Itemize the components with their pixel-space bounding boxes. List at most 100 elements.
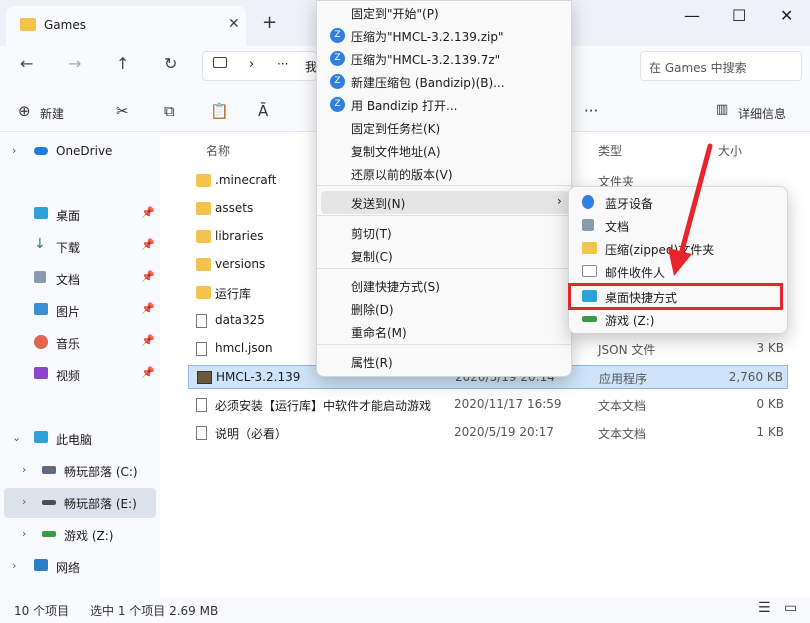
sidebar-item-onedrive[interactable]: › OneDrive xyxy=(0,137,160,167)
file-size: 3 KB xyxy=(756,341,784,355)
column-header-name[interactable]: 名称 xyxy=(206,142,230,159)
sidebar-item-drive-c[interactable]: › 畅玩部落 (C:) xyxy=(0,456,160,486)
menu-item-new-archive[interactable]: Z 新建压缩包 (Bandizip)(B)... xyxy=(321,70,569,93)
menu-item-label: 还原以前的版本(V) xyxy=(351,168,453,182)
menu-item-open-bandizip[interactable]: Z 用 Bandizip 打开... xyxy=(321,93,569,116)
menu-item-properties[interactable]: 属性(R) xyxy=(321,350,569,373)
menu-item-restore-versions[interactable]: 还原以前的版本(V) xyxy=(321,162,569,185)
file-date: 2020/11/17 16:59 xyxy=(454,397,562,411)
chevron-right-icon[interactable]: › xyxy=(22,527,26,540)
close-window-button[interactable]: ✕ xyxy=(780,6,793,25)
pin-icon: 📌 xyxy=(141,334,155,347)
file-type: JSON 文件 xyxy=(598,343,656,357)
cut-icon[interactable]: ✂ xyxy=(116,102,129,120)
menu-item-create-shortcut[interactable]: 创建快捷方式(S) xyxy=(321,274,569,297)
menu-item-label: 压缩为"HMCL-3.2.139.zip" xyxy=(351,30,504,44)
file-name: libraries xyxy=(215,229,264,243)
details-view-icon[interactable]: ☰ xyxy=(758,600,771,616)
file-size: 2,760 KB xyxy=(728,370,783,384)
sidebar-item-network[interactable]: › 网络 xyxy=(0,552,160,582)
menu-item-label: 固定到任务栏(K) xyxy=(351,122,441,136)
chevron-right-icon[interactable]: › xyxy=(12,559,16,572)
sidebar-item-pictures[interactable]: 图片 📌 xyxy=(0,296,160,326)
bandizip-icon: Z xyxy=(330,28,345,43)
text-file-icon xyxy=(196,426,207,440)
menu-item-compress-zip[interactable]: Z 压缩为"HMCL-3.2.139.zip" xyxy=(321,24,569,47)
menu-item-label: 用 Bandizip 打开... xyxy=(351,99,458,113)
file-icon xyxy=(196,314,207,328)
sidebar-item-desktop[interactable]: 桌面 📌 xyxy=(0,200,160,230)
refresh-button[interactable]: ↻ xyxy=(164,54,177,73)
menu-item-send-to[interactable]: 发送到(N) › xyxy=(321,191,569,214)
tab-games[interactable]: Games ✕ xyxy=(6,6,246,46)
sidebar-item-music[interactable]: 音乐 📌 xyxy=(0,328,160,358)
menu-item-delete[interactable]: 删除(D) xyxy=(321,297,569,320)
minimize-button[interactable]: — xyxy=(684,6,700,25)
sidebar-item-label: 游戏 (Z:) xyxy=(64,529,114,543)
table-row[interactable]: 说明（必看） 2020/5/19 20:17 文本文档 1 KB xyxy=(188,421,788,445)
chevron-right-icon[interactable]: › xyxy=(12,144,16,157)
back-button[interactable]: ← xyxy=(20,54,33,73)
text-file-icon xyxy=(196,398,207,412)
highlight-box xyxy=(568,283,783,310)
menu-item-rename[interactable]: 重命名(M) xyxy=(321,320,569,343)
new-tab-button[interactable]: + xyxy=(262,12,277,33)
menu-item-copy[interactable]: 复制(C) xyxy=(321,244,569,267)
sidebar-item-label: 此电脑 xyxy=(56,433,93,447)
cloud-icon xyxy=(34,147,48,155)
chevron-right-icon[interactable]: › xyxy=(22,463,26,476)
sidebar-item-downloads[interactable]: ↓ 下载 📌 xyxy=(0,232,160,262)
menu-item-compress-7z[interactable]: Z 压缩为"HMCL-3.2.139.7z" xyxy=(321,47,569,70)
menu-item-pin-taskbar[interactable]: 固定到任务栏(K) xyxy=(321,116,569,139)
file-name: versions xyxy=(215,257,266,271)
chevron-right-icon: › xyxy=(249,57,255,72)
bandizip-icon: Z xyxy=(330,97,345,112)
menu-separator xyxy=(317,185,571,186)
sidebar-item-this-pc[interactable]: ⌄ 此电脑 xyxy=(0,424,160,454)
tab-close-button[interactable]: ✕ xyxy=(228,16,240,32)
chevron-right-icon[interactable]: › xyxy=(22,495,26,508)
status-bar: 10 个项目 选中 1 个项目 2.69 MB ☰ ▭ xyxy=(0,597,810,623)
submenu-item-drive-z[interactable]: 游戏 (Z:) xyxy=(573,308,785,331)
table-row[interactable]: 必须安装【运行库】中软件才能启动游戏 2020/11/17 16:59 文本文档… xyxy=(188,393,788,417)
menu-item-copy-path[interactable]: 复制文件地址(A) xyxy=(321,139,569,162)
sidebar-item-videos[interactable]: 视频 📌 xyxy=(0,360,160,390)
file-name: 必须安装【运行库】中软件才能启动游戏 xyxy=(215,399,432,413)
maximize-button[interactable]: ☐ xyxy=(732,6,746,25)
forward-button[interactable]: → xyxy=(68,54,81,73)
submenu-item-label: 文档 xyxy=(605,220,630,234)
sidebar-item-documents[interactable]: 文档 📌 xyxy=(0,264,160,294)
column-header-size[interactable]: 大小 xyxy=(718,142,742,159)
menu-item-label: 剪切(T) xyxy=(351,227,392,241)
menu-item-pin-start[interactable]: 固定到"开始"(P) xyxy=(321,1,569,24)
folder-icon xyxy=(196,258,211,271)
pin-icon: 📌 xyxy=(141,366,155,379)
folder-icon xyxy=(196,230,211,243)
new-button[interactable]: 新建 xyxy=(40,105,64,122)
chevron-down-icon[interactable]: ⌄ xyxy=(12,431,21,444)
chevron-right-icon: › xyxy=(557,194,562,208)
tiles-view-icon[interactable]: ▭ xyxy=(784,600,797,616)
pin-icon: 📌 xyxy=(141,302,155,315)
search-input[interactable]: 在 Games 中搜索 xyxy=(640,51,802,81)
file-type: 文本文档 xyxy=(598,427,647,441)
menu-item-cut[interactable]: 剪切(T) xyxy=(321,221,569,244)
music-icon xyxy=(34,335,48,349)
menu-item-label: 压缩为"HMCL-3.2.139.7z" xyxy=(351,53,501,67)
menu-item-label: 新建压缩包 (Bandizip)(B)... xyxy=(351,76,505,90)
paste-icon[interactable]: 📋 xyxy=(210,102,229,120)
sidebar-item-drive-e[interactable]: › 畅玩部落 (E:) xyxy=(4,488,156,518)
rename-icon[interactable]: Ā xyxy=(258,102,268,120)
minecraft-app-icon xyxy=(197,371,212,384)
up-button[interactable]: ↑ xyxy=(116,54,129,73)
column-header-type[interactable]: 类型 xyxy=(598,142,622,159)
monitor-icon xyxy=(213,57,227,68)
details-button[interactable]: 详细信息 xyxy=(738,105,786,122)
sidebar-item-drive-z[interactable]: › 游戏 (Z:) xyxy=(0,520,160,550)
more-button[interactable]: ··· xyxy=(584,102,598,120)
computer-icon xyxy=(34,431,48,443)
copy-icon[interactable]: ⧉ xyxy=(164,102,175,120)
address-bar[interactable]: › ··· 我 xyxy=(202,51,317,81)
breadcrumb-more[interactable]: ··· xyxy=(277,57,288,71)
documents-icon xyxy=(582,219,594,231)
